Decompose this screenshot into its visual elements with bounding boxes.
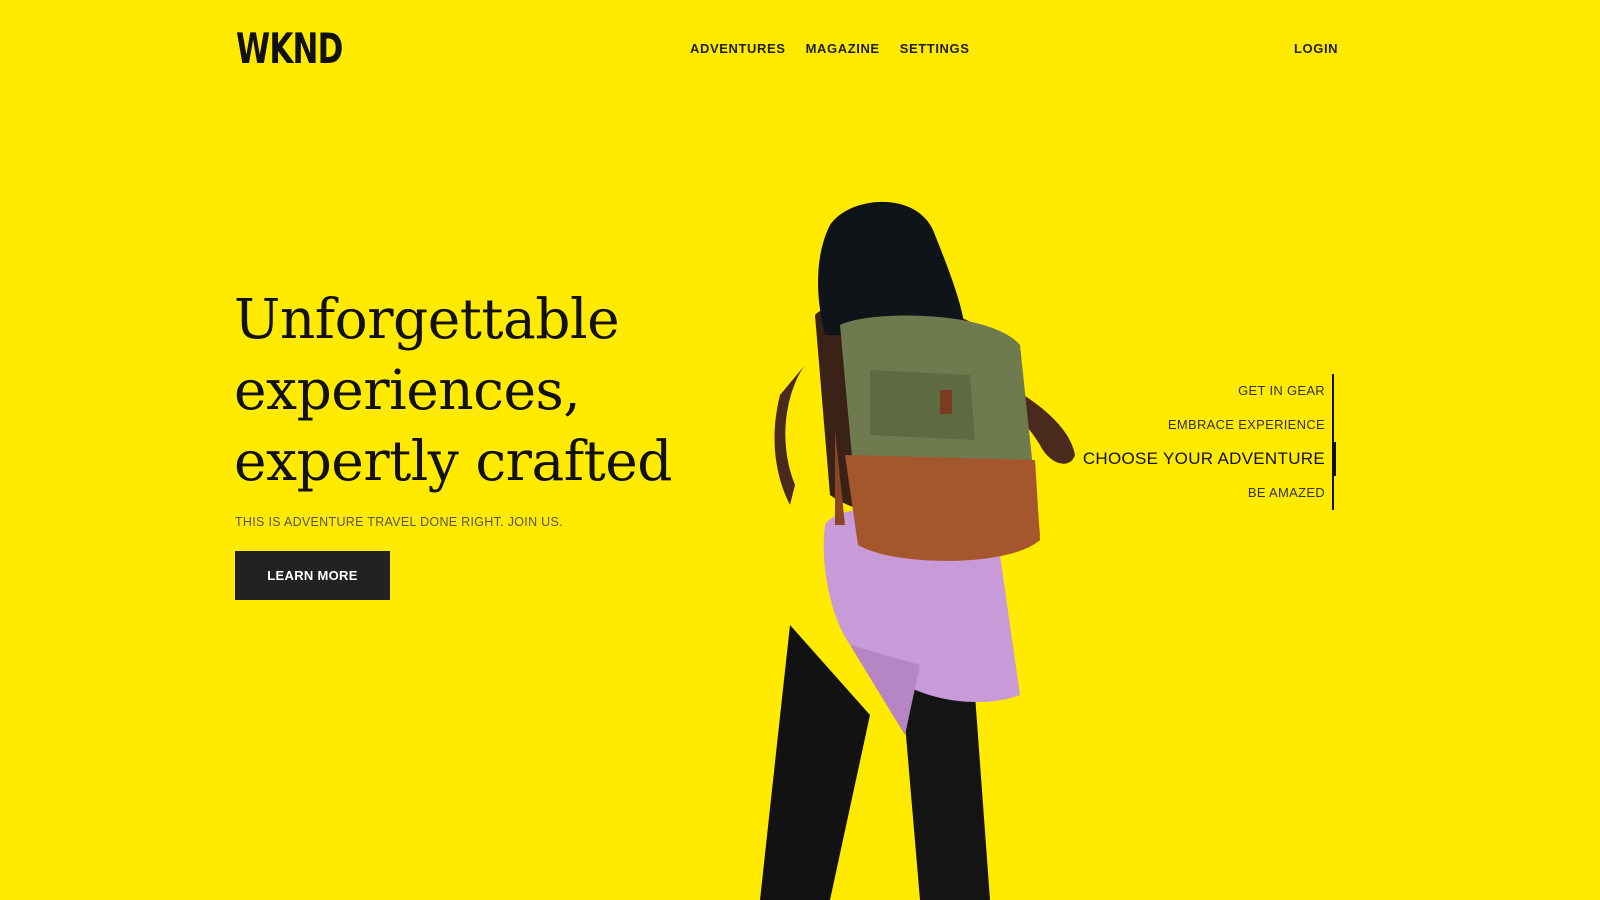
headline-line-1: Unforgettable <box>234 287 620 351</box>
headline-line-3: expertly crafted <box>234 429 672 493</box>
login-link[interactable]: LOGIN <box>1294 41 1338 56</box>
nav-magazine[interactable]: MAGAZINE <box>806 41 880 56</box>
hero-person-image <box>760 201 1075 900</box>
wknd-logo[interactable]: WKND <box>236 28 343 70</box>
slide-be-amazed[interactable]: BE AMAZED <box>1083 476 1325 510</box>
learn-more-button[interactable]: LEARN MORE <box>235 551 390 600</box>
slide-embrace-experience[interactable]: EMBRACE EXPERIENCE <box>1083 408 1325 442</box>
slide-navigation: GET IN GEAR EMBRACE EXPERIENCE CHOOSE YO… <box>1083 374 1337 510</box>
hero-tagline: THIS IS ADVENTURE TRAVEL DONE RIGHT. JOI… <box>235 515 563 529</box>
slide-get-in-gear[interactable]: GET IN GEAR <box>1083 374 1325 408</box>
nav-adventures[interactable]: ADVENTURES <box>690 41 786 56</box>
headline-line-2: experiences, <box>234 358 581 422</box>
hero-headline: Unforgettable experiences, expertly craf… <box>234 284 714 497</box>
page: WKND ADVENTURES MAGAZINE SETTINGS LOGIN … <box>0 0 1600 900</box>
slide-choose-your-adventure[interactable]: CHOOSE YOUR ADVENTURE <box>1083 442 1337 476</box>
main-nav: ADVENTURES MAGAZINE SETTINGS <box>690 41 970 56</box>
nav-settings[interactable]: SETTINGS <box>900 41 970 56</box>
